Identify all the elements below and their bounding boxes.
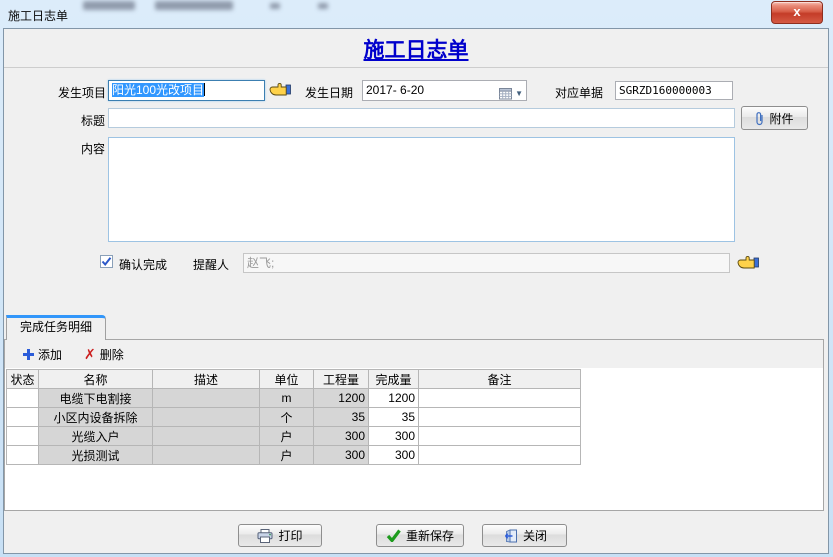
table-cell: 小区内设备拆除	[39, 408, 153, 427]
plus-icon	[23, 349, 34, 360]
table-cell[interactable]	[7, 408, 39, 427]
close-button-label: 关闭	[523, 527, 547, 544]
table-cell: 电缆下电割接	[39, 389, 153, 408]
confirm-complete-label: 确认完成	[119, 256, 167, 273]
dialog-title: 施工日志单	[4, 34, 828, 64]
green-check-icon	[386, 529, 401, 542]
reminder-label: 提醒人	[193, 256, 229, 273]
table-cell[interactable]	[419, 427, 581, 446]
table-cell[interactable]: 300	[369, 446, 419, 465]
table-header-cell: 备注	[419, 370, 581, 389]
table-header-cell: 描述	[153, 370, 260, 389]
titlebar: 施工日志单 x	[0, 0, 833, 28]
delete-row-label: 删除	[100, 346, 124, 363]
close-icon: x	[793, 4, 800, 19]
table-cell[interactable]	[419, 408, 581, 427]
table-cell[interactable]: 35	[369, 408, 419, 427]
table-header-cell: 工程量	[314, 370, 369, 389]
project-input[interactable]: 阳光100光改项目	[108, 80, 265, 101]
delete-x-icon: ✗	[84, 348, 96, 360]
close-button[interactable]: 关闭	[482, 524, 567, 547]
table-cell	[153, 446, 260, 465]
table-cell: m	[260, 389, 314, 408]
table-cell[interactable]	[419, 389, 581, 408]
task-table: 状态 名称 描述 单位 工程量 完成量 备注 电缆下电割接m12001200小区…	[6, 369, 581, 465]
project-picker-hand-icon[interactable]	[269, 82, 291, 97]
table-header-cell: 完成量	[369, 370, 419, 389]
window-title: 施工日志单	[8, 7, 68, 24]
reminder-picker-hand-icon[interactable]	[737, 255, 759, 270]
resave-button-label: 重新保存	[406, 527, 454, 544]
reminder-input[interactable]: 赵飞;	[243, 253, 730, 273]
table-cell[interactable]	[7, 446, 39, 465]
table-row: 电缆下电割接m12001200	[7, 389, 581, 408]
table-cell[interactable]	[419, 446, 581, 465]
grid-toolbar: 添加 ✗ 删除	[5, 340, 823, 368]
table-cell: 300	[314, 427, 369, 446]
chevron-down-icon: ▼	[515, 84, 523, 101]
print-button[interactable]: 打印	[238, 524, 322, 547]
blurred-background-item	[318, 3, 328, 9]
title-input[interactable]	[108, 108, 735, 128]
content-textarea[interactable]	[108, 137, 735, 242]
calendar-icon	[499, 87, 512, 100]
table-cell[interactable]	[7, 427, 39, 446]
date-label: 发生日期	[305, 84, 353, 101]
table-cell: 300	[314, 446, 369, 465]
table-header-cell: 名称	[39, 370, 153, 389]
door-exit-icon	[502, 529, 518, 543]
blurred-background-item	[83, 1, 135, 10]
add-row-label: 添加	[38, 346, 62, 363]
table-header-row: 状态 名称 描述 单位 工程量 完成量 备注	[7, 370, 581, 389]
project-label: 发生项目	[45, 84, 106, 101]
tab-completed-task-detail[interactable]: 完成任务明细	[6, 315, 106, 340]
doc-number-input[interactable]: SGRZD160000003	[615, 81, 733, 100]
table-cell: 户	[260, 427, 314, 446]
close-window-button[interactable]: x	[771, 1, 823, 24]
print-button-label: 打印	[278, 527, 302, 544]
title-separator	[4, 67, 828, 68]
table-row: 光损测试户300300	[7, 446, 581, 465]
table-row: 小区内设备拆除个3535	[7, 408, 581, 427]
text-caret	[204, 83, 205, 96]
table-cell: 户	[260, 446, 314, 465]
table-cell	[153, 389, 260, 408]
table-cell[interactable]: 1200	[369, 389, 419, 408]
content-label: 内容	[81, 140, 105, 157]
blurred-background-item	[155, 1, 233, 10]
attachment-button[interactable]: 附件	[741, 106, 808, 130]
table-cell	[153, 408, 260, 427]
date-value: 2017- 6-20	[366, 83, 424, 97]
date-picker[interactable]: 2017- 6-20 ▼	[362, 80, 527, 101]
title-field-label: 标题	[81, 112, 105, 129]
table-header-cell: 状态	[7, 370, 39, 389]
checkmark-icon	[101, 256, 112, 267]
table-row: 光缆入户户300300	[7, 427, 581, 446]
date-picker-controls[interactable]: ▼	[499, 84, 523, 101]
table-cell: 1200	[314, 389, 369, 408]
add-row-button[interactable]: 添加	[19, 344, 66, 365]
attachment-button-label: 附件	[769, 110, 793, 127]
project-selected-text: 阳光100光改项目	[112, 83, 204, 97]
table-cell: 光缆入户	[39, 427, 153, 446]
construction-log-window: 施工日志单 x 施工日志单 发生项目 阳光100光改项目 发生日期 2017- …	[0, 0, 833, 557]
table-header-cell: 单位	[260, 370, 314, 389]
table-cell: 35	[314, 408, 369, 427]
printer-icon	[257, 529, 273, 543]
table-cell	[153, 427, 260, 446]
blurred-background-item	[270, 3, 280, 9]
table-cell: 个	[260, 408, 314, 427]
doc-label: 对应单据	[555, 84, 603, 101]
resave-button[interactable]: 重新保存	[376, 524, 464, 547]
table-cell[interactable]	[7, 389, 39, 408]
confirm-complete-checkbox[interactable]	[100, 255, 113, 268]
paperclip-icon	[755, 111, 764, 126]
table-cell[interactable]: 300	[369, 427, 419, 446]
delete-row-button[interactable]: ✗ 删除	[80, 344, 128, 365]
table-cell: 光损测试	[39, 446, 153, 465]
